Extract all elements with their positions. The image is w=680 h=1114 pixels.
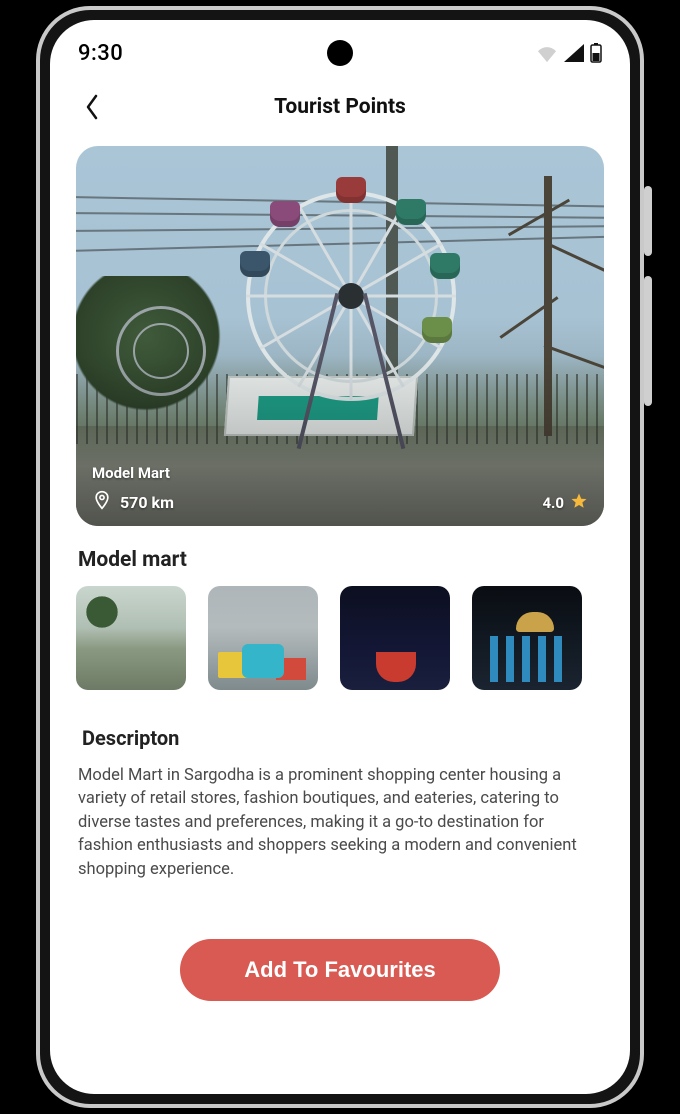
description-heading: Descripton (82, 726, 598, 750)
gallery-title: Model mart (78, 548, 602, 572)
location-pin-icon (92, 490, 112, 514)
gallery-thumbnail[interactable] (208, 586, 318, 690)
hero-distance: 570 km (120, 493, 174, 512)
phone-side-button (644, 276, 652, 406)
app-header: Tourist Points (50, 80, 630, 134)
camera-cutout (327, 40, 353, 66)
hero-rating-value: 4.0 (542, 494, 564, 512)
gallery-thumbnail[interactable] (340, 586, 450, 690)
screen: 9:30 Tourist Points (50, 20, 630, 1094)
hero-image[interactable]: Model Mart 570 km 4.0 (76, 146, 604, 526)
content-area: Model Mart 570 km 4.0 (50, 134, 630, 1001)
description-body: Model Mart in Sargodha is a prominent sh… (76, 764, 604, 881)
gallery-row (76, 586, 604, 690)
back-button[interactable] (74, 89, 110, 125)
phone-frame: 9:30 Tourist Points (36, 6, 644, 1108)
hero-place-name: Model Mart (92, 464, 174, 482)
battery-icon (590, 43, 602, 63)
page-title: Tourist Points (274, 95, 406, 119)
gallery-thumbnail[interactable] (76, 586, 186, 690)
signal-icon (564, 44, 584, 62)
gallery-thumbnail[interactable] (472, 586, 582, 690)
wifi-icon (536, 44, 558, 62)
star-icon (570, 492, 588, 514)
phone-side-button (644, 186, 652, 256)
add-to-favourites-button[interactable]: Add To Favourites (180, 939, 500, 1001)
status-time: 9:30 (78, 41, 123, 66)
